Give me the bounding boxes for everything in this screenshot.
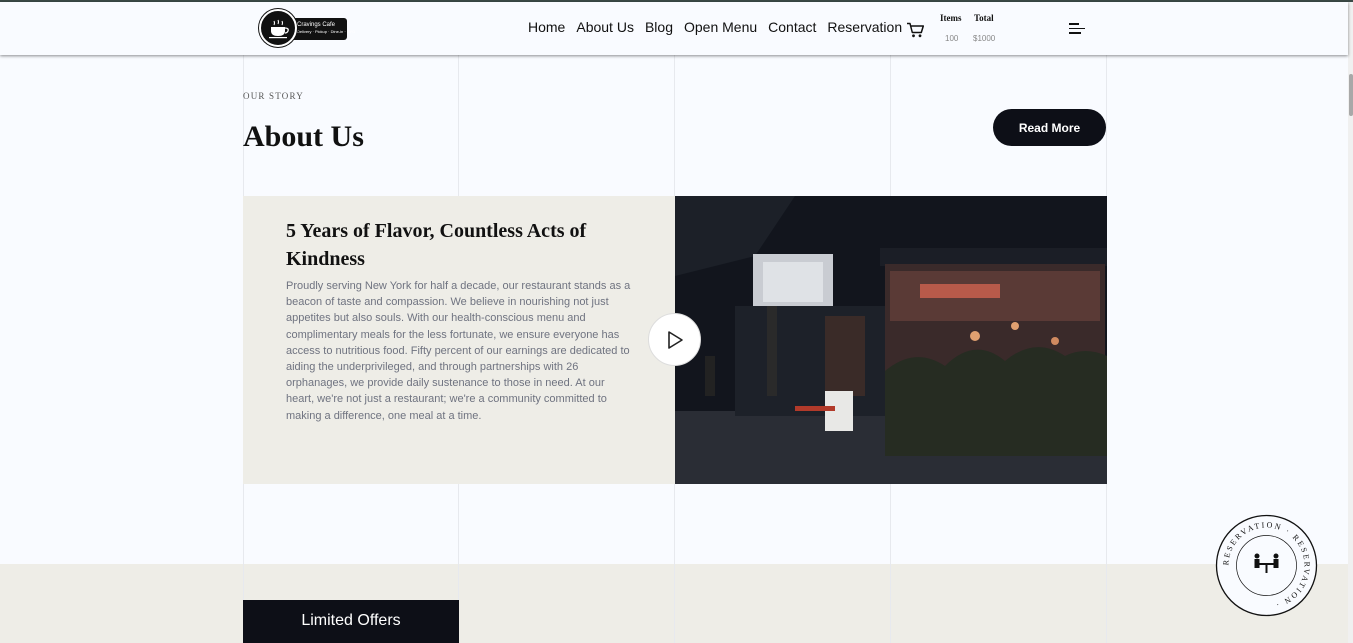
restaurant-photo xyxy=(675,196,1107,484)
nav-blog[interactable]: Blog xyxy=(645,19,673,35)
cart-total-value: $1000 xyxy=(973,34,996,43)
limited-offers-tab[interactable]: Limited Offers xyxy=(243,600,459,643)
story-heading: 5 Years of Flavor, Countless Acts of Kin… xyxy=(286,220,587,270)
cart-items-value: 100 xyxy=(945,34,959,43)
nav-about-us[interactable]: About Us xyxy=(576,19,634,35)
nav-reservation[interactable]: Reservation xyxy=(827,19,902,35)
menu-icon[interactable] xyxy=(1069,23,1085,35)
brand-name: Cravings Cafe xyxy=(297,22,336,28)
coffee-cup-icon xyxy=(259,9,297,47)
play-video-button[interactable] xyxy=(648,313,701,366)
page-title: About Us xyxy=(243,120,364,153)
section-eyebrow: OUR STORY xyxy=(243,91,304,101)
play-icon xyxy=(667,330,683,349)
scrollbar-thumb[interactable] xyxy=(1349,74,1353,116)
nav-home[interactable]: Home xyxy=(528,19,565,35)
brand-logo[interactable]: Cravings Cafe Delivery · Pickup · Dine-i… xyxy=(259,9,356,48)
cart-icon[interactable] xyxy=(906,22,925,43)
story-card: 5 Years of Flavor, Countless Acts of Kin… xyxy=(243,196,675,484)
reservation-badge[interactable]: RESERVATION · RESERVATION · xyxy=(1215,514,1318,617)
cart-total-label: Total xyxy=(974,13,994,23)
site-header: Cravings Cafe Delivery · Pickup · Dine-i… xyxy=(0,2,1348,55)
nav-open-menu[interactable]: Open Menu xyxy=(684,19,757,35)
story-body: Proudly serving New York for half a deca… xyxy=(286,280,631,422)
brand-tagline: Delivery · Pickup · Dine-in · BYO xyxy=(297,29,356,34)
main-nav: Home About Us Blog Open Menu Contact Res… xyxy=(528,19,902,35)
read-more-button[interactable]: Read More xyxy=(993,109,1106,146)
cart-items-label: Items xyxy=(940,13,962,23)
nav-contact[interactable]: Contact xyxy=(768,19,816,35)
